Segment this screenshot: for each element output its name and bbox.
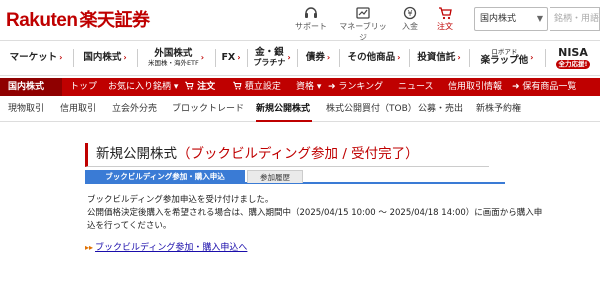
section-holdings-label: 保有商品一覧: [522, 82, 577, 92]
manage-icon: [356, 7, 370, 19]
deposit-icon: ¥: [403, 6, 417, 20]
moneybridge-link[interactable]: マネーブリッジ: [338, 5, 388, 43]
section-accumulate[interactable]: 積立設定: [232, 78, 281, 96]
subnav-block[interactable]: ブロックトレード: [172, 96, 244, 122]
main-nav: マーケット › 国内株式 › 外国株式 米国株・海外ETF › FX › 金・銀 プラチナ ›…: [0, 40, 600, 76]
double-arrow-icon: ▸▸: [85, 243, 94, 252]
subnav-margin[interactable]: 信用取引: [60, 96, 96, 122]
completion-message: ブックビルディング参加申込を受け付けました。 公開価格決定後購入を希望される場合…: [87, 194, 567, 233]
market-select[interactable]: 国内株式 ▼: [474, 7, 548, 31]
nav-fx-label: FX: [221, 51, 236, 63]
nav-funds-label: 投資信託: [417, 51, 456, 63]
rakuten-logo[interactable]: Rakuten 楽天証券: [6, 6, 150, 32]
search-placeholder: 銘柄・用語: [554, 14, 600, 24]
nav-other[interactable]: その他商品 ›: [340, 41, 408, 75]
subnav-offfloor[interactable]: 立会外分売: [112, 96, 157, 122]
section-news[interactable]: ニュース: [398, 78, 434, 96]
nav-bonds[interactable]: 債券 ›: [298, 41, 338, 75]
nav-bonds-label: 債券: [305, 51, 325, 63]
arrow-icon: ➜: [512, 82, 520, 92]
moneybridge-label: マネーブリッジ: [339, 22, 387, 42]
message-line-2: 公開価格決定後購入を希望される場合は、購入期間中（2025/04/15 10:0…: [87, 208, 543, 218]
order-label: 注文: [437, 22, 453, 31]
chevron-down-icon: ▼: [536, 14, 543, 23]
bookbuilding-link-row: ▸▸ ブックビルディング参加・購入申込へ: [85, 240, 247, 253]
section-favorites[interactable]: お気に入り銘柄 ▾: [108, 78, 178, 96]
svg-text:¥: ¥: [407, 9, 412, 18]
section-order-label: 注文: [197, 82, 216, 92]
support-label: サポート: [295, 22, 327, 31]
section-holdings[interactable]: ➜ 保有商品一覧: [512, 78, 576, 96]
section-domestic-stock[interactable]: 国内株式: [0, 78, 62, 96]
support-link[interactable]: サポート: [286, 5, 336, 32]
nav-gold-sub: プラチナ: [253, 57, 286, 67]
cart-icon: [439, 7, 452, 20]
tab-history[interactable]: 参加履歴: [247, 170, 303, 183]
sub-nav: 現物取引 信用取引 立会外分売 ブロックトレード 新規公開株式 株式公開買付（T…: [0, 96, 600, 122]
chevron-right-icon: ›: [287, 52, 291, 62]
chevron-right-icon: ›: [530, 52, 534, 62]
order-link[interactable]: 注文: [420, 5, 470, 32]
cart-icon: [185, 81, 194, 90]
search-input[interactable]: 銘柄・用語: [550, 7, 600, 31]
caret-down-icon: ▾: [316, 82, 322, 92]
chevron-right-icon: ›: [326, 52, 331, 62]
nav-rakuwrap[interactable]: ロボアド 楽ラップ他 ›: [470, 41, 544, 75]
chevron-right-icon: ›: [123, 52, 127, 62]
page-title-prefix: 新規公開株式: [96, 146, 177, 162]
headset-icon: [305, 7, 317, 18]
subnav-ipo[interactable]: 新規公開株式: [256, 96, 310, 122]
subnav-rights[interactable]: 新株予約権: [476, 96, 521, 122]
section-top[interactable]: トップ: [70, 78, 97, 96]
section-favorites-label: お気に入り銘柄: [108, 82, 172, 92]
nav-fx[interactable]: FX ›: [216, 41, 246, 75]
section-bar: 国内株式 トップ お気に入り銘柄 ▾ 注文 積立設定 資格 ▾ ➜ ランキング …: [0, 78, 600, 96]
section-order[interactable]: 注文: [184, 78, 215, 96]
message-line-3: 込を行ってください。: [87, 221, 172, 231]
top-header: Rakuten 楽天証券 サポート マネーブリッジ ¥ 入金 注文 国内株式 ▼ …: [0, 0, 600, 43]
message-line-1: ブックビルディング参加申込を受け付けました。: [87, 195, 274, 205]
subnav-public-offering[interactable]: 公募・売出: [418, 96, 463, 122]
section-assets-label: 資格: [296, 82, 315, 92]
arrow-icon: ➜: [328, 82, 336, 92]
section-ranking[interactable]: ➜ ランキング: [328, 78, 383, 96]
page-title-status: （ブックビルディング参加 / 受付完了）: [177, 146, 419, 162]
bookbuilding-link[interactable]: ブックビルディング参加・購入申込へ: [95, 243, 247, 253]
chevron-right-icon: ›: [237, 52, 241, 62]
caret-down-icon: ▾: [173, 82, 179, 92]
nisa-badge: 全力応援!: [555, 59, 591, 69]
logo-sub: 楽天証券: [79, 10, 150, 30]
tab-bookbuilding[interactable]: ブックビルディング参加・購入申込: [85, 170, 245, 183]
chevron-right-icon: ›: [200, 52, 205, 62]
market-select-value: 国内株式: [480, 14, 517, 24]
section-accumulate-label: 積立設定: [244, 82, 281, 92]
nisa-title: NISA: [558, 45, 588, 59]
nav-other-label: その他商品: [347, 51, 396, 63]
nav-market[interactable]: マーケット ›: [0, 41, 72, 75]
deposit-label: 入金: [402, 22, 418, 31]
section-margin-info[interactable]: 信用取引情報: [448, 78, 502, 96]
nav-nisa[interactable]: NISA 全力応援!: [546, 41, 600, 75]
nav-market-label: マーケット: [9, 51, 58, 63]
page-title: 新規公開株式（ブックビルディング参加 / 受付完了）: [85, 143, 489, 167]
nav-foreign-sub: 米国株・海外ETF: [147, 58, 199, 67]
nav-gold[interactable]: 金・銀 プラチナ ›: [248, 41, 296, 75]
tab-bar: ブックビルディング参加・購入申込 参加履歴: [85, 170, 505, 184]
nav-rakuwrap-label: 楽ラップ他: [480, 55, 529, 67]
nav-domestic-label: 国内株式: [83, 51, 122, 63]
cart-icon: [233, 81, 242, 90]
chevron-right-icon: ›: [397, 52, 401, 62]
logo-text: Rakuten: [6, 10, 78, 31]
section-ranking-label: ランキング: [338, 82, 384, 92]
active-underline: [256, 120, 312, 122]
nav-foreign-stock[interactable]: 外国株式 米国株・海外ETF ›: [138, 41, 214, 75]
section-assets[interactable]: 資格 ▾: [296, 78, 321, 96]
subnav-tob[interactable]: 株式公開買付（TOB）: [326, 96, 417, 122]
chevron-right-icon: ›: [59, 52, 63, 62]
chevron-right-icon: ›: [457, 52, 461, 62]
nav-domestic-stock[interactable]: 国内株式 ›: [74, 41, 136, 75]
nav-funds[interactable]: 投資信託 ›: [410, 41, 468, 75]
subnav-spot[interactable]: 現物取引: [8, 96, 44, 122]
